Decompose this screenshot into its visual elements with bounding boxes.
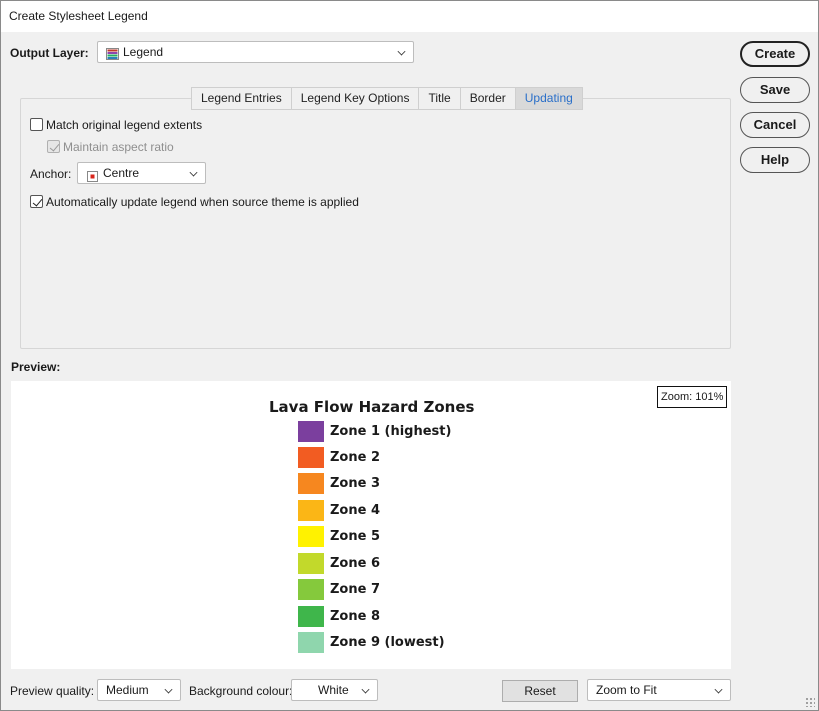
legend-swatch [298,526,324,547]
tab-panel [20,98,731,349]
match-extents-label: Match original legend extents [46,118,203,132]
chevron-down-icon [189,168,198,177]
zoom-mode-value: Zoom to Fit [596,683,657,697]
anchor-dropdown[interactable]: Centre [77,162,206,184]
background-colour-value: White [318,683,349,697]
preview-label: Preview: [11,360,61,374]
legend-entry: Zone 6 [298,553,380,574]
legend-entry-label: Zone 4 [330,503,381,518]
auto-update-checkbox[interactable] [30,195,43,208]
output-layer-label: Output Layer: [10,46,89,60]
legend-entry: Zone 4 [298,500,380,521]
window-title: Create Stylesheet Legend [9,9,148,23]
chevron-down-icon [164,685,173,694]
legend-entry-label: Zone 6 [330,556,381,571]
tab-title[interactable]: Title [418,87,460,110]
legend-swatch [298,632,324,653]
legend-swatch [298,553,324,574]
reset-button[interactable]: Reset [502,680,578,702]
maintain-aspect-label: Maintain aspect ratio [63,140,174,154]
output-layer-value: Legend [123,45,164,59]
anchor-value: Centre [103,166,140,180]
legend-swatch [298,606,324,627]
help-button[interactable]: Help [740,147,810,173]
chevron-down-icon [361,685,370,694]
legend-layer-icon [106,46,119,60]
tab-strip: Legend Entries Legend Key Options Title … [191,87,583,110]
tab-border[interactable]: Border [459,87,515,110]
legend-entry-label: Zone 5 [330,529,381,544]
anchor-label: Anchor: [30,167,72,181]
maintain-aspect-checkbox[interactable] [47,140,60,153]
cancel-button[interactable]: Cancel [740,112,810,138]
output-layer-dropdown[interactable]: Legend [97,41,414,63]
preview-quality-dropdown[interactable]: Medium [97,679,181,701]
legend-entry: Zone 9 (lowest) [298,632,445,653]
legend-entry-label: Zone 8 [330,609,381,624]
legend-swatch [298,473,324,494]
legend-swatch [298,500,324,521]
background-colour-label: Background colour: [189,684,293,698]
tab-legend-entries[interactable]: Legend Entries [191,87,291,110]
dialog-window: Create Stylesheet Legend Output Layer: L… [0,0,819,711]
preview-quality-value: Medium [106,683,149,697]
legend-entry: Zone 3 [298,473,380,494]
legend-swatch [298,421,324,442]
legend-entry: Zone 1 (highest) [298,421,451,442]
legend-entry: Zone 2 [298,447,380,468]
legend-swatch [298,447,324,468]
tab-updating[interactable]: Updating [514,87,583,110]
match-extents-checkbox[interactable] [30,118,43,131]
legend-entry: Zone 5 [298,526,380,547]
preview-quality-label: Preview quality: [10,684,95,698]
legend-entry-label: Zone 1 (highest) [330,424,452,439]
title-bar: Create Stylesheet Legend [1,1,818,32]
anchor-point-icon [87,168,98,182]
create-button[interactable]: Create [740,41,810,67]
save-button[interactable]: Save [740,77,810,103]
auto-update-label: Automatically update legend when source … [46,195,359,209]
chevron-down-icon [397,47,406,56]
resize-grip-icon[interactable] [805,697,815,707]
legend-entry-label: Zone 3 [330,476,381,491]
tab-legend-key-options[interactable]: Legend Key Options [290,87,419,110]
background-colour-dropdown[interactable]: White [291,679,378,701]
legend-entry: Zone 8 [298,606,380,627]
zoom-mode-dropdown[interactable]: Zoom to Fit [587,679,731,701]
legend-entry: Zone 7 [298,579,380,600]
legend-swatch [298,579,324,600]
legend-entry-label: Zone 9 (lowest) [330,635,445,650]
legend-entry-label: Zone 7 [330,582,381,597]
zoom-indicator: Zoom: 101% [657,386,728,408]
chevron-down-icon [714,685,723,694]
legend-entry-label: Zone 2 [330,450,381,465]
legend-title: Lava Flow Hazard Zones [269,398,475,416]
